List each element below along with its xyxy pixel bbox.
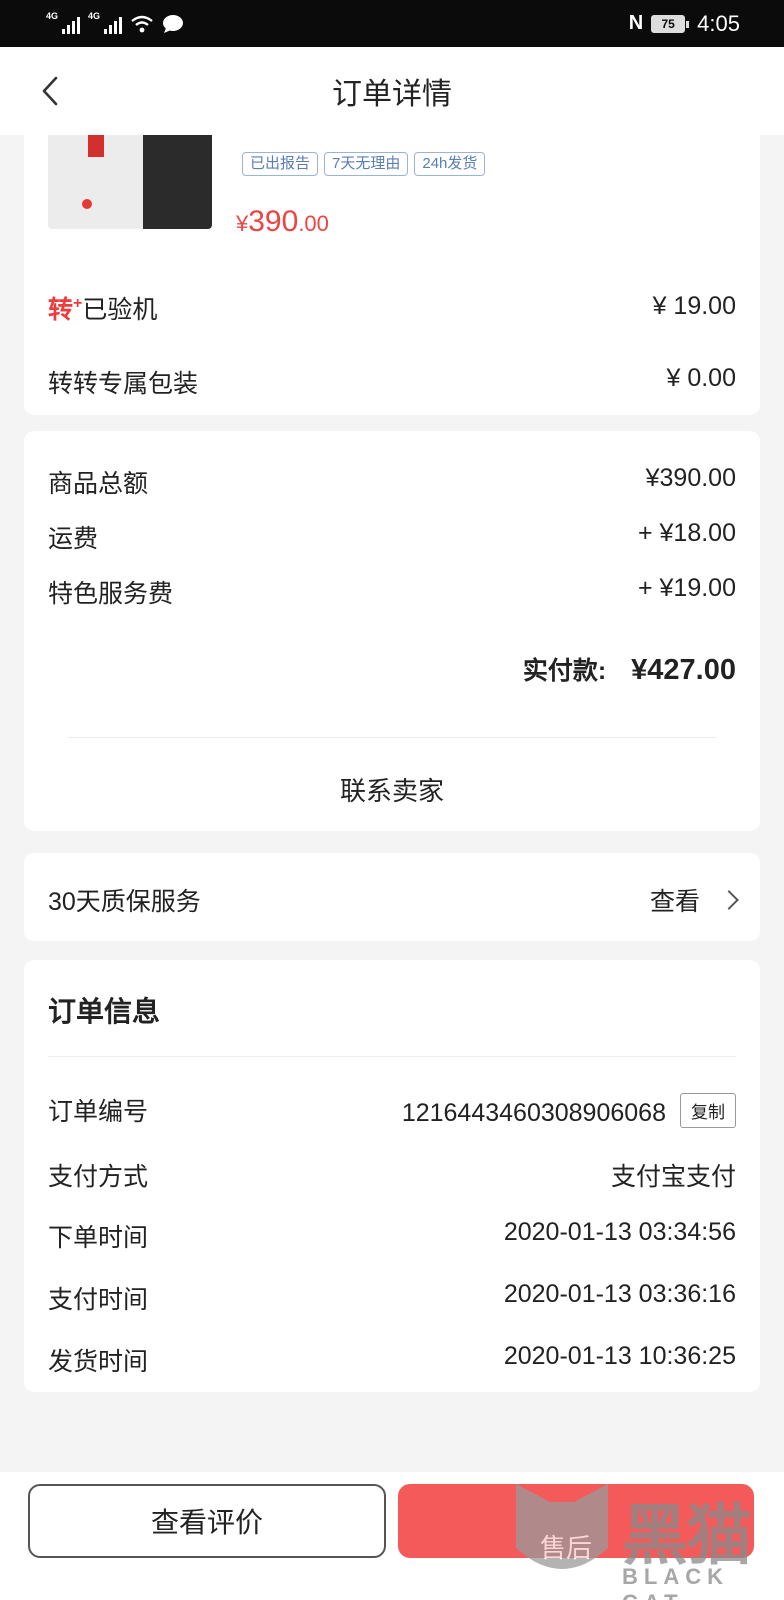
clock: 4:05 bbox=[697, 10, 740, 36]
status-right: N 75 4:05 bbox=[629, 11, 740, 37]
summary-service-fee-value: + ¥19.00 bbox=[637, 574, 736, 602]
service-inspected-label: 转+已验机 bbox=[48, 290, 157, 326]
summary-service-fee-label: 特色服务费 bbox=[48, 580, 174, 608]
service-packaging-label: 转转专属包装 bbox=[48, 370, 199, 398]
chat-bubble-icon bbox=[163, 14, 183, 33]
brand-char: 转 bbox=[48, 296, 74, 324]
divider bbox=[48, 1056, 736, 1057]
total-paid: 实付款: ¥427.00 bbox=[523, 651, 736, 687]
summary-shipping-label: 运费 bbox=[48, 525, 99, 553]
ship-time-label: 发货时间 bbox=[48, 1348, 149, 1376]
battery-level: 75 bbox=[661, 16, 675, 31]
brand-plus: + bbox=[73, 295, 83, 312]
tag-7day-return: 7天无理由 bbox=[324, 152, 409, 176]
product-image[interactable] bbox=[48, 135, 212, 229]
tag-24h-ship: 24h发货 bbox=[414, 152, 486, 176]
order-time-label: 下单时间 bbox=[48, 1224, 149, 1252]
page-title: 订单详情 bbox=[332, 78, 452, 111]
contact-seller-button[interactable]: 联系卖家 bbox=[24, 771, 760, 808]
order-time-value: 2020-01-13 03:34:56 bbox=[503, 1218, 736, 1246]
order-info-title: 订单信息 bbox=[48, 996, 161, 1027]
summary-shipping-value: + ¥18.00 bbox=[637, 519, 736, 547]
order-number-label: 订单编号 bbox=[48, 1098, 149, 1126]
warranty-label: 30天质保服务 bbox=[48, 888, 201, 916]
warranty-card[interactable]: 30天质保服务 查看 bbox=[24, 853, 760, 941]
view-review-button[interactable]: 查看评价 bbox=[28, 1484, 386, 1558]
zhuanzhuan-plus-logo: 转+ bbox=[48, 295, 83, 324]
copy-button[interactable]: 复制 bbox=[680, 1093, 736, 1128]
total-paid-label: 实付款: bbox=[522, 657, 607, 685]
view-label: 查看 bbox=[649, 888, 700, 916]
chevron-left-icon bbox=[42, 76, 58, 106]
status-bar: 4G 4G N 75 4:05 bbox=[0, 0, 784, 47]
signal-icon: 4G bbox=[88, 10, 122, 34]
network-gen-label: 4G bbox=[46, 10, 59, 21]
payment-method-label: 支付方式 bbox=[48, 1163, 149, 1191]
nav-header: 订单详情 bbox=[0, 47, 784, 135]
network-gen-label: 4G bbox=[88, 10, 101, 21]
watermark-subtext: BLACK CAT bbox=[622, 1564, 729, 1600]
service-packaging-value: ¥ 0.00 bbox=[666, 364, 736, 392]
wifi-icon bbox=[131, 15, 153, 32]
order-info-card: 订单信息 订单编号 1216443460308906068 复制 支付方式 支付宝… bbox=[24, 960, 760, 1392]
service-inspected-value: ¥ 19.00 bbox=[652, 292, 736, 320]
summary-goods-value: ¥390.00 bbox=[645, 464, 736, 492]
back-button[interactable] bbox=[30, 71, 70, 111]
watermark-store-text: 售后 bbox=[540, 1533, 593, 1563]
signal-icon: 4G bbox=[46, 10, 80, 34]
nfc-icon: N bbox=[628, 12, 644, 34]
price-decimal: .00 bbox=[298, 211, 329, 236]
ship-time-value: 2020-01-13 10:36:25 bbox=[503, 1342, 736, 1370]
price-integer: 390 bbox=[248, 205, 299, 238]
divider bbox=[68, 737, 716, 738]
tag-report: 已出报告 bbox=[242, 152, 319, 176]
price-currency: ¥ bbox=[236, 211, 249, 236]
payment-time-value: 2020-01-13 03:36:16 bbox=[503, 1280, 736, 1308]
price-summary-card: 商品总额 ¥390.00 运费 + ¥18.00 特色服务费 + ¥19.00 … bbox=[24, 431, 760, 831]
battery-icon: 75 bbox=[651, 14, 690, 33]
total-paid-amount: ¥427.00 bbox=[631, 654, 736, 686]
service-label: 已验机 bbox=[82, 296, 158, 324]
product-tags: 已出报告 7天无理由 24h发货 bbox=[242, 152, 486, 176]
product-card: 已出报告 7天无理由 24h发货 ¥390.00 转+已验机 ¥ 19.00 转… bbox=[24, 135, 760, 415]
payment-time-label: 支付时间 bbox=[48, 1286, 149, 1314]
black-cat-watermark: 售后 黑猫 BLACK CAT bbox=[510, 1478, 772, 1600]
payment-method-value: 支付宝支付 bbox=[610, 1163, 736, 1191]
warranty-view-link[interactable]: 查看 bbox=[649, 882, 739, 918]
summary-goods-label: 商品总额 bbox=[48, 470, 149, 498]
chevron-right-icon bbox=[719, 890, 739, 910]
status-left: 4G 4G bbox=[46, 10, 184, 34]
product-price: ¥390.00 bbox=[236, 205, 329, 239]
order-number: 1216443460308906068 复制 bbox=[402, 1093, 736, 1128]
order-number-value: 1216443460308906068 bbox=[401, 1099, 666, 1127]
